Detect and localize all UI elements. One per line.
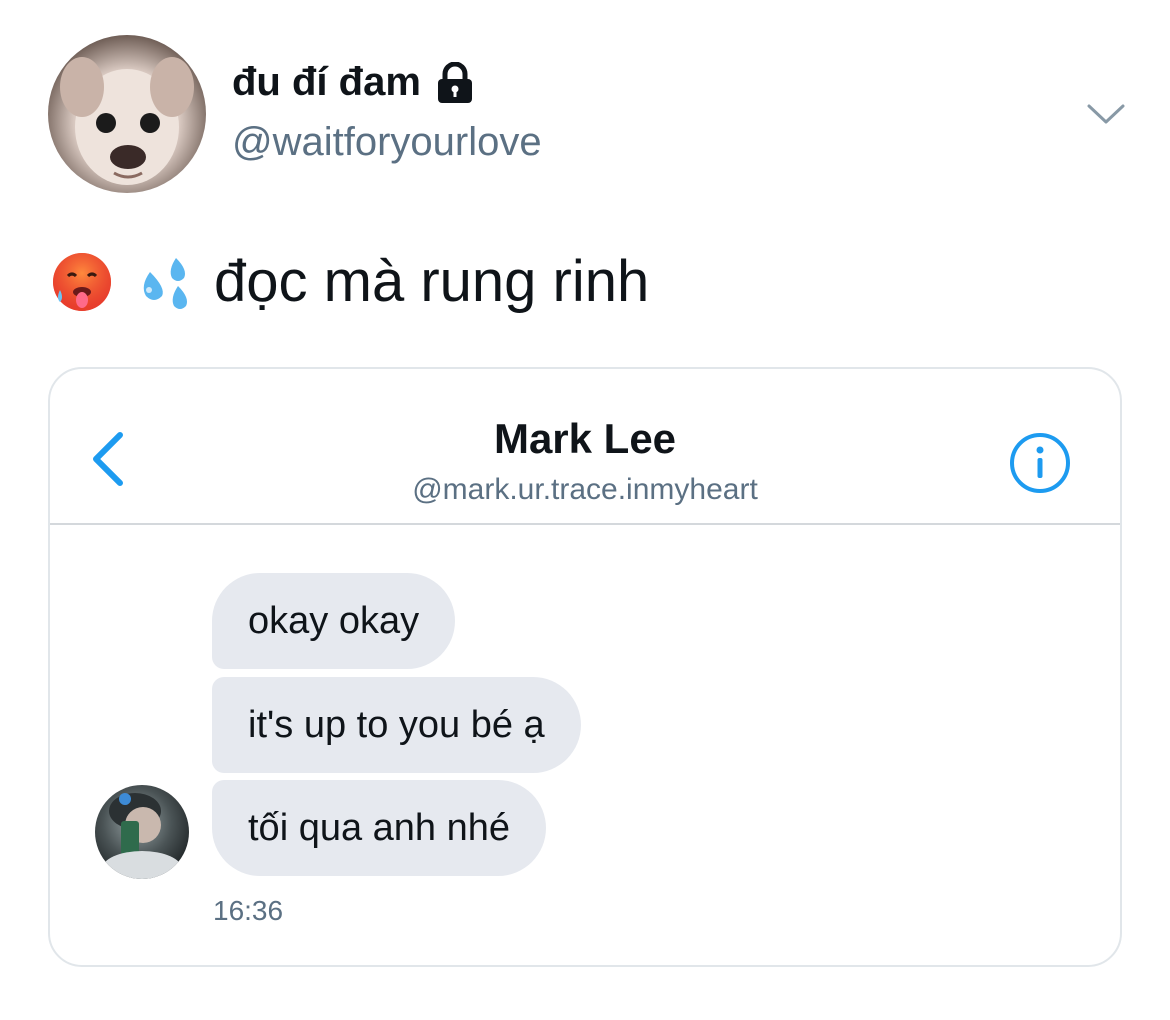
sender-avatar-image [102,793,182,879]
author-avatar[interactable] [48,35,206,193]
message-bubble: okay okay [212,573,456,669]
dm-header: Mark Lee @mark.ur.trace.inmyheart [50,369,1120,525]
dog-avatar-image [60,57,194,185]
message-text: okay okay [248,599,420,642]
lock-icon [437,61,472,103]
chat-contact-handle: @mark.ur.trace.inmyheart [412,473,758,506]
message-text: it's up to you bé ạ [248,703,545,746]
sender-avatar [95,785,189,879]
username[interactable]: @waitforyourlove [232,120,542,165]
chat-contact-name: Mark Lee [493,415,677,462]
message-timestamp: 16:36 [213,895,284,926]
display-name-row: đu đí đam [232,60,475,105]
tweet-text-row: đọc mà rung rinh [50,248,649,315]
display-name[interactable]: đu đí đam [232,60,421,105]
message-bubble: tối qua anh nhé [212,780,547,876]
hot-face-emoji [53,252,111,311]
chevron-down-icon[interactable] [1086,100,1126,130]
message-text: tối qua anh nhé [248,806,511,849]
info-icon[interactable] [1008,431,1072,495]
dm-screenshot-card[interactable]: Mark Lee @mark.ur.trace.inmyheart okay o… [48,367,1122,967]
sweat-droplets-emoji [143,257,187,309]
message-bubble: it's up to you bé ạ [212,677,581,773]
tweet-text: đọc mà rung rinh [214,249,650,314]
